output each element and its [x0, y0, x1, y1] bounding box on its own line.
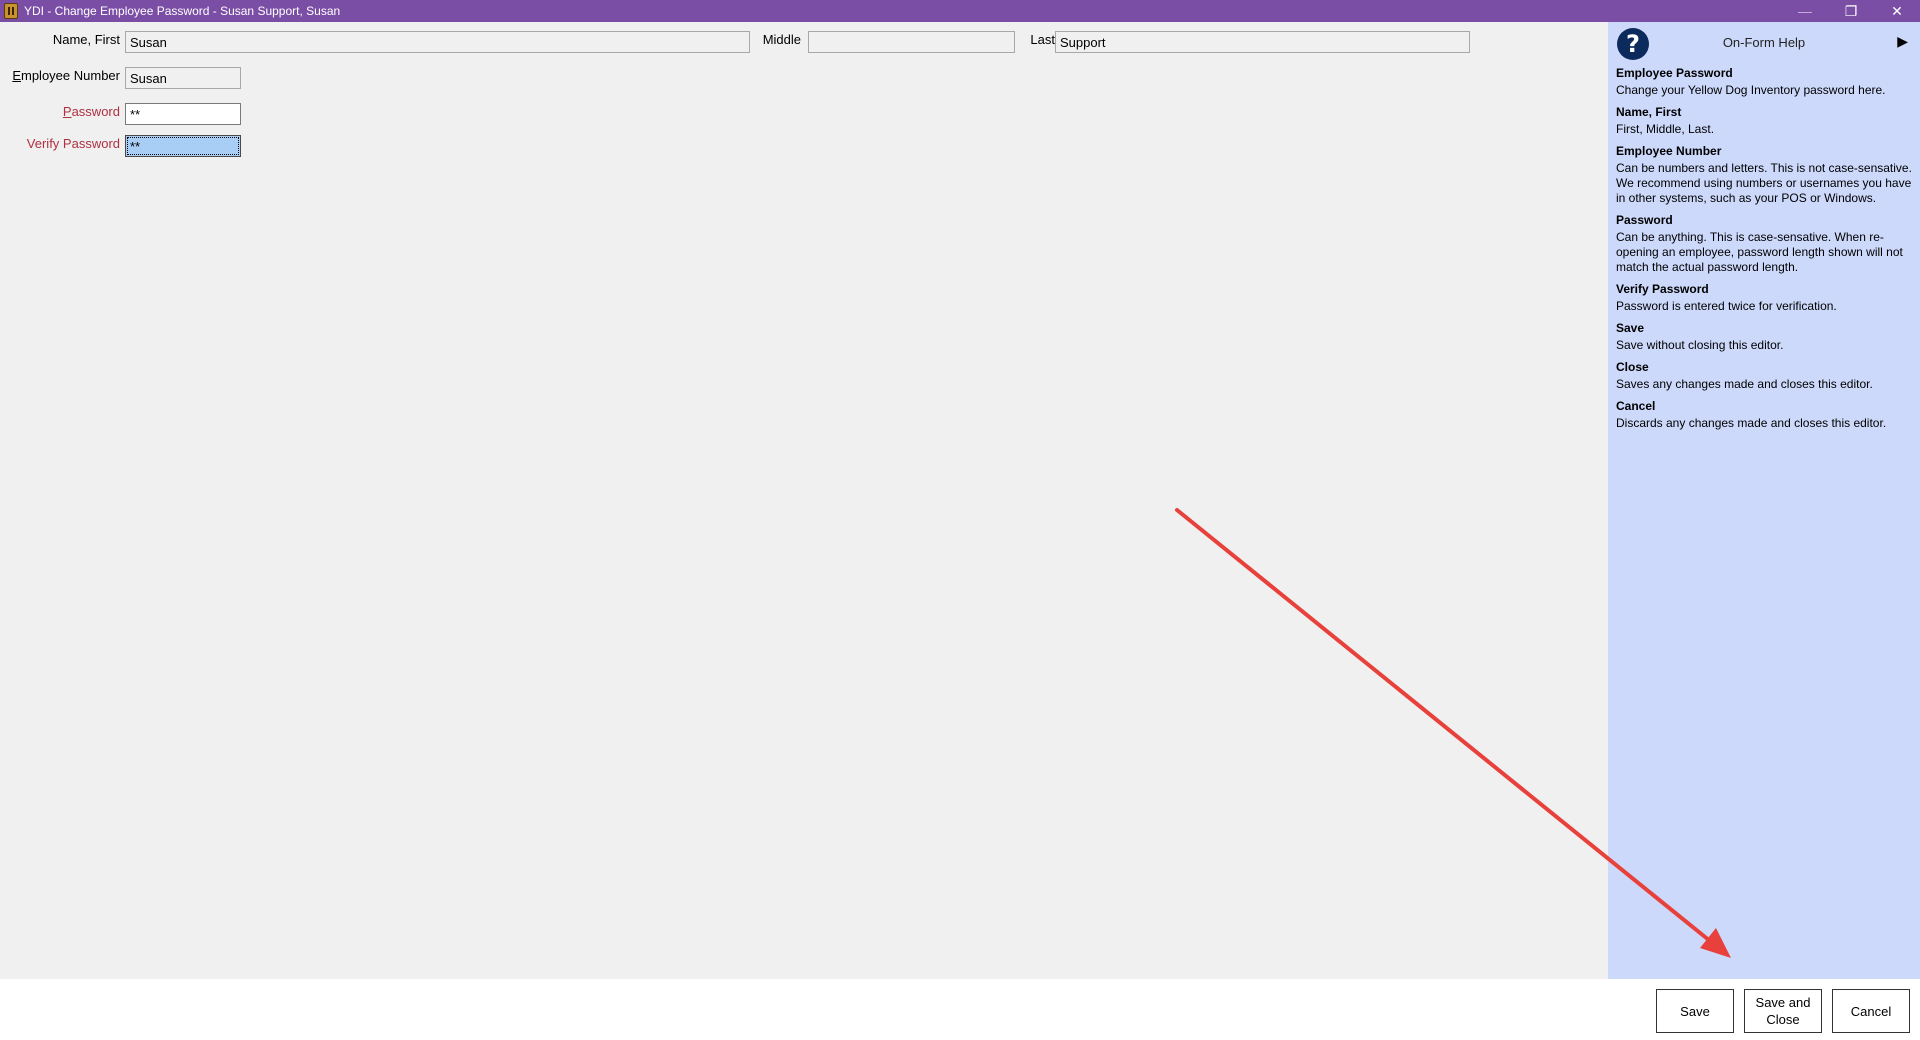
window-title: YDI - Change Employee Password - Susan S…: [24, 4, 341, 18]
password-label: Password: [20, 104, 120, 119]
help-item: Verify Password Password is entered twice…: [1616, 282, 1912, 314]
close-button[interactable]: ✕: [1874, 0, 1920, 22]
help-item: Employee Password Change your Yellow Dog …: [1616, 66, 1912, 98]
help-item-heading: Name, First: [1616, 105, 1682, 119]
help-title: On-Form Help: [1722, 35, 1806, 50]
employee-number-accel: E: [12, 68, 21, 83]
minimize-button[interactable]: —: [1782, 0, 1828, 22]
first-name-input[interactable]: [125, 31, 750, 53]
app-logo-icon: [4, 3, 18, 19]
verify-password-label: Verify Password: [26, 136, 120, 151]
help-item-heading: Verify Password: [1616, 282, 1709, 296]
cancel-button[interactable]: Cancel: [1832, 989, 1910, 1033]
help-item-heading: Employee Number: [1616, 144, 1722, 158]
password-accel: P: [62, 104, 72, 119]
help-item-heading: Cancel: [1616, 399, 1656, 413]
help-item: Save Save without closing this editor.: [1616, 321, 1912, 353]
save-and-close-button[interactable]: Save and Close: [1744, 989, 1822, 1033]
middle-name-input[interactable]: [808, 31, 1015, 53]
last-name-label: Last: [1030, 32, 1055, 47]
help-header: ? On-Form Help ▶: [1608, 22, 1920, 66]
help-item-heading: Password: [1616, 213, 1673, 227]
help-item: Cancel Discards any changes made and clos…: [1616, 399, 1912, 431]
help-item: Name, First First, Middle, Last.: [1616, 105, 1912, 137]
help-item-heading: Employee Password: [1616, 66, 1733, 80]
password-input[interactable]: [125, 103, 241, 125]
help-expand-arrow-icon[interactable]: ▶: [1897, 33, 1908, 50]
footer-bar: Save Save and Close Cancel: [0, 979, 1920, 1040]
middle-name-label: Middle: [762, 32, 801, 47]
help-item-text: First, Middle, Last.: [1616, 122, 1715, 136]
verify-password-input[interactable]: [125, 135, 241, 157]
help-item-text: Saves any changes made and closes this e…: [1616, 377, 1873, 391]
help-item-text: Can be numbers and letters. This is not …: [1616, 161, 1912, 205]
restore-button[interactable]: ❐: [1828, 0, 1874, 22]
employee-form: Name, First Middle Last Employee Number …: [0, 22, 1608, 979]
help-item-heading: Close: [1616, 360, 1649, 374]
employee-number-input[interactable]: [125, 67, 241, 89]
help-item-heading: Save: [1616, 321, 1645, 335]
help-item: Password Can be anything. This is case-se…: [1616, 213, 1912, 275]
help-item-text: Password is entered twice for verificati…: [1616, 299, 1837, 313]
employee-number-label-rest: mployee Number: [21, 68, 120, 83]
help-body: Employee Password Change your Yellow Dog …: [1608, 66, 1920, 431]
save-and-close-label-line1: Save and: [1755, 995, 1811, 1010]
help-item: Employee Number Can be numbers and letter…: [1616, 144, 1912, 206]
save-button[interactable]: Save: [1656, 989, 1734, 1033]
last-name-input[interactable]: [1055, 31, 1470, 53]
help-item-text: Can be anything. This is case-sensative.…: [1616, 230, 1903, 274]
on-form-help-panel: ? On-Form Help ▶ Employee Password Change…: [1608, 22, 1920, 979]
help-item-text: Change your Yellow Dog Inventory passwor…: [1616, 83, 1886, 97]
save-and-close-label-line2: Close: [1766, 1012, 1800, 1027]
help-item-text: Save without closing this editor.: [1616, 338, 1784, 352]
window-controls: — ❐ ✕: [1782, 0, 1920, 22]
first-name-label: Name, First: [52, 32, 120, 47]
help-item-text: Discards any changes made and closes thi…: [1616, 416, 1887, 430]
title-bar[interactable]: YDI - Change Employee Password - Susan S…: [0, 0, 1920, 22]
password-label-rest: assword: [71, 104, 120, 119]
employee-number-label: Employee Number: [5, 68, 120, 83]
help-item: Close Saves any changes made and closes t…: [1616, 360, 1912, 392]
